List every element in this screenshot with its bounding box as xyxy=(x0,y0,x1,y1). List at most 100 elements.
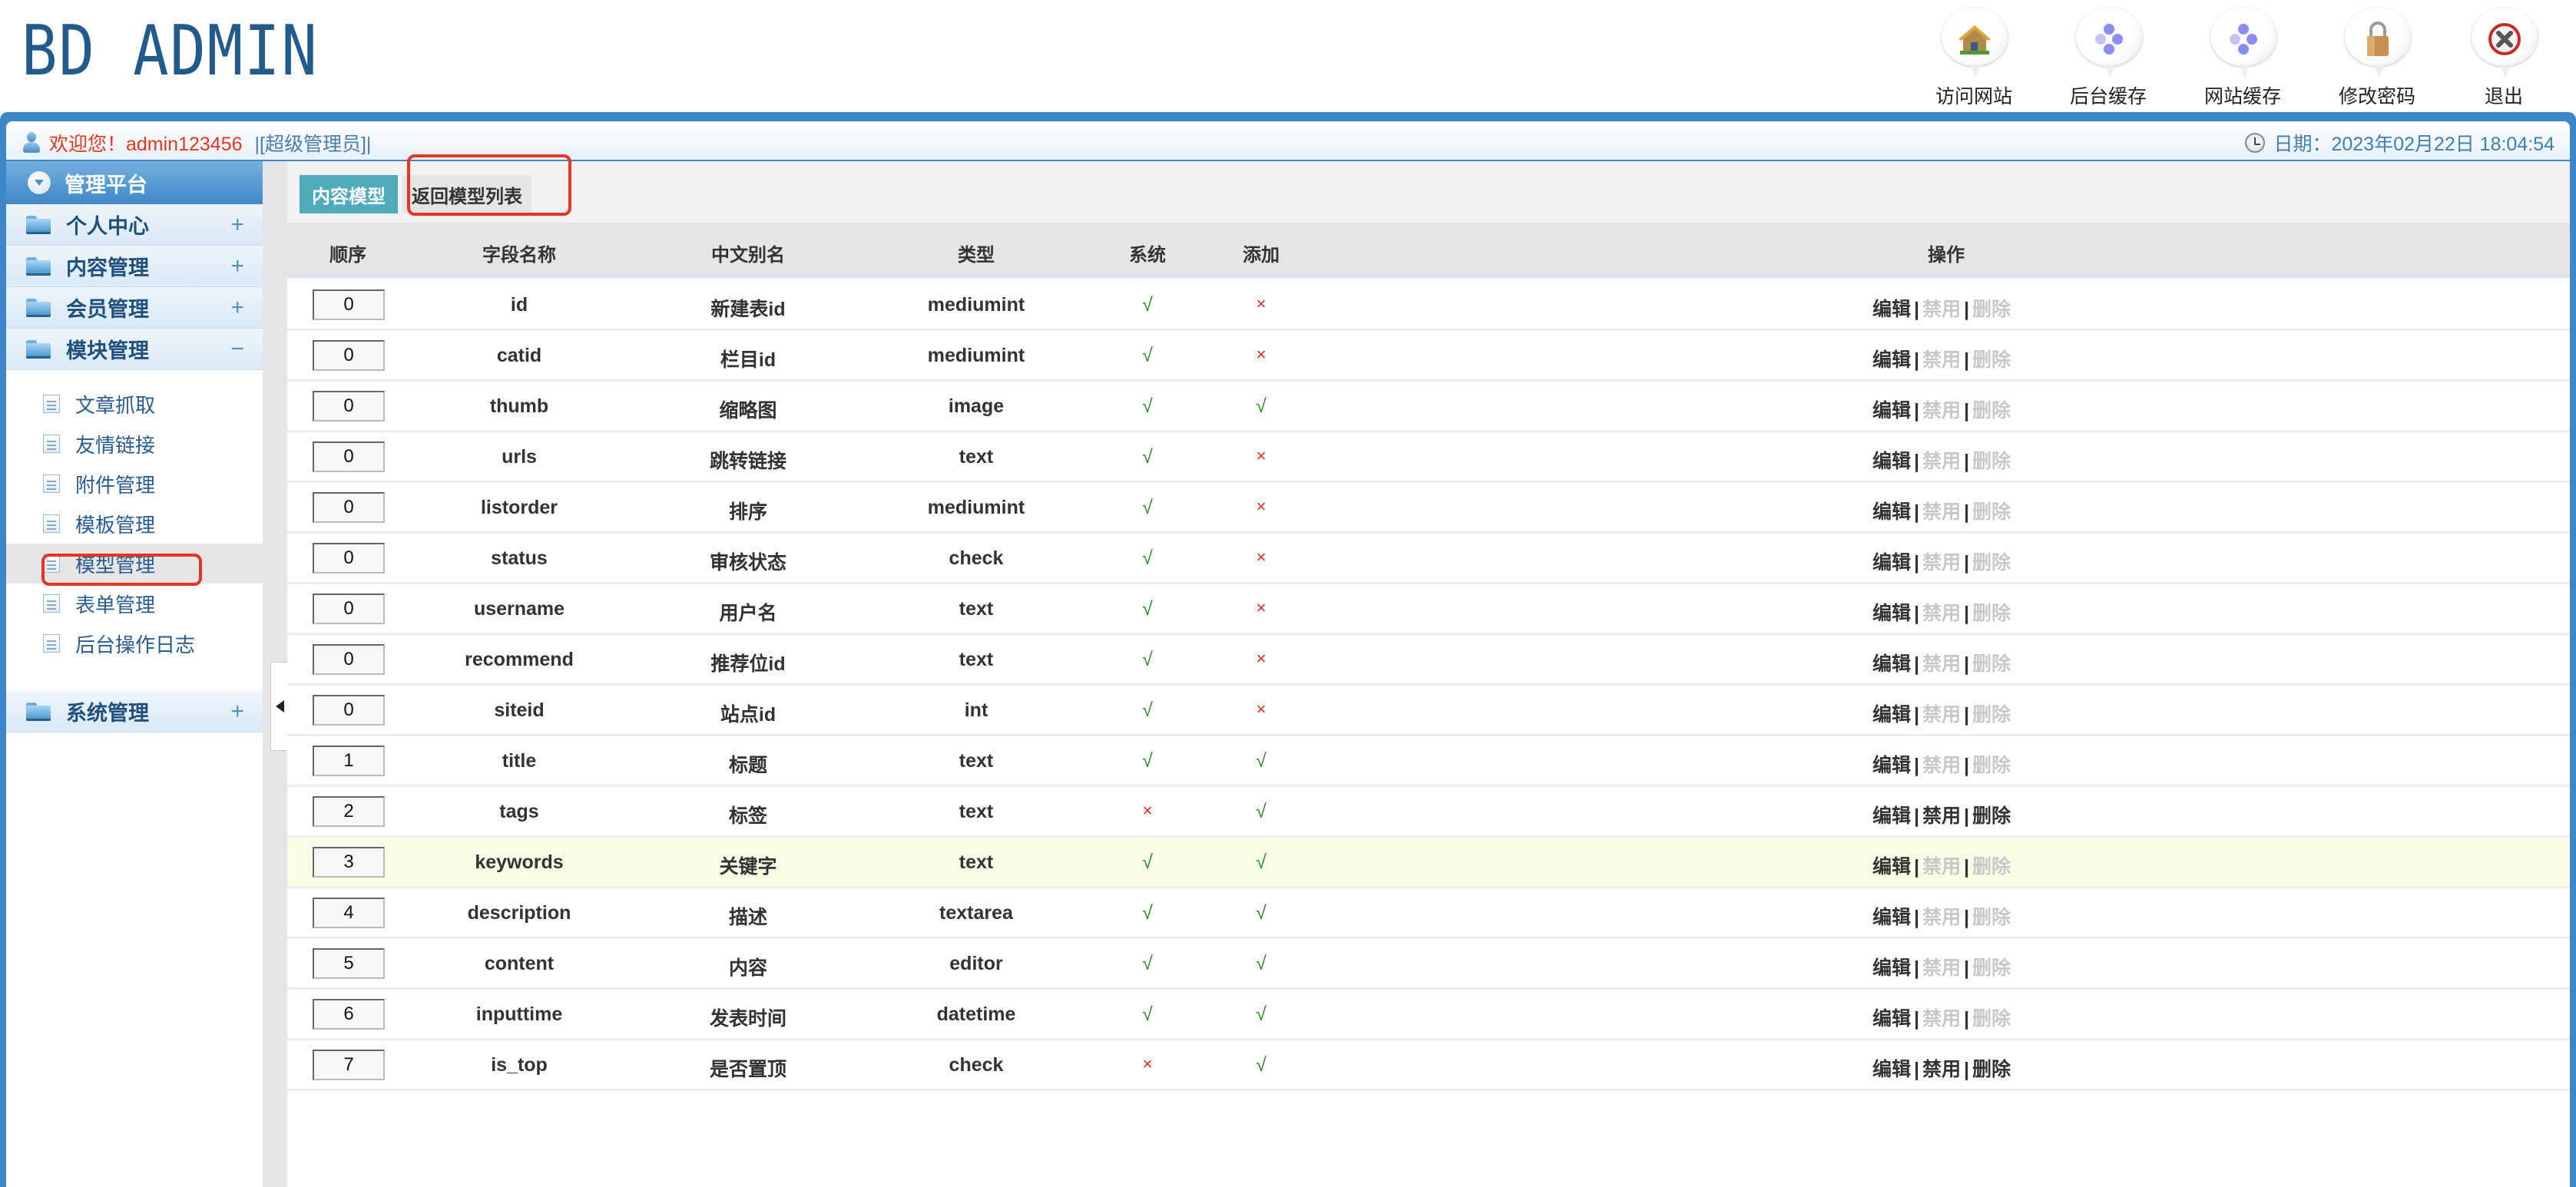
edit-link[interactable]: 编辑 xyxy=(1872,1059,1911,1080)
edit-link[interactable]: 编辑 xyxy=(1872,501,1911,523)
separator: | xyxy=(1964,1008,1970,1030)
delete-link: 删除 xyxy=(1972,349,2011,371)
order-input[interactable] xyxy=(313,289,385,320)
folder-icon xyxy=(26,702,51,721)
order-input[interactable] xyxy=(313,796,385,827)
logout-button[interactable]: 退出 xyxy=(2450,5,2558,109)
tab-content-model[interactable]: 内容模型 xyxy=(300,175,398,213)
delete-link[interactable]: 删除 xyxy=(1972,805,2011,827)
sidebar-group-modules[interactable]: 模块管理 − xyxy=(6,329,263,370)
edit-link[interactable]: 编辑 xyxy=(1872,603,1911,624)
edit-link[interactable]: 编辑 xyxy=(1872,755,1911,776)
edit-link[interactable]: 编辑 xyxy=(1872,451,1911,472)
order-input[interactable] xyxy=(313,847,385,878)
order-input[interactable] xyxy=(313,948,385,979)
annotation-highlight-sidebar xyxy=(41,554,202,586)
sidebar-group-system[interactable]: 系统管理 + xyxy=(6,691,263,732)
edit-link[interactable]: 编辑 xyxy=(1872,552,1911,574)
order-input[interactable] xyxy=(313,999,385,1030)
disable-link: 禁用 xyxy=(1922,704,1962,726)
order-input[interactable] xyxy=(313,746,385,776)
separator: | xyxy=(1964,349,1970,371)
order-input[interactable] xyxy=(313,391,385,422)
field-alias: 是否置顶 xyxy=(709,1059,787,1080)
visit-site-button[interactable]: 访问网站 xyxy=(1920,5,2028,109)
order-input[interactable] xyxy=(313,594,385,624)
check-icon: √ xyxy=(1256,851,1266,873)
field-alias: 排序 xyxy=(728,501,768,523)
table-row: description描述textarea√√编辑|禁用|删除 xyxy=(287,888,2570,939)
order-input[interactable] xyxy=(313,644,385,675)
check-icon: √ xyxy=(1256,1003,1266,1025)
change-password-button[interactable]: 修改密码 xyxy=(2323,5,2431,109)
disable-link[interactable]: 禁用 xyxy=(1922,805,1961,827)
disable-link: 禁用 xyxy=(1922,603,1962,624)
col-order: 顺序 xyxy=(329,245,366,266)
delete-link: 删除 xyxy=(1972,451,2011,472)
expand-icon[interactable]: + xyxy=(230,253,244,279)
sidebar-item-forms[interactable]: 表单管理 xyxy=(6,584,263,623)
sidebar-group-label: 个人中心 xyxy=(66,215,149,238)
field-type: editor xyxy=(949,953,1003,974)
sidebar-title[interactable]: 管理平台 xyxy=(6,161,263,204)
separator: | xyxy=(1964,653,1970,675)
table-row: keywords关键字text√√编辑|禁用|删除 xyxy=(287,838,2570,888)
order-input[interactable] xyxy=(313,441,385,472)
sidebar-group-content[interactable]: 内容管理 + xyxy=(6,246,263,287)
field-alias: 跳转链接 xyxy=(709,451,787,472)
edit-link[interactable]: 编辑 xyxy=(1872,653,1911,675)
order-input[interactable] xyxy=(313,543,385,574)
sidebar-item-operation-log[interactable]: 后台操作日志 xyxy=(6,623,263,663)
separator: | xyxy=(1964,603,1970,624)
check-icon: √ xyxy=(1142,547,1153,569)
sidebar-item-attachments[interactable]: 附件管理 xyxy=(6,464,263,504)
site-cache-button[interactable]: 网站缓存 xyxy=(2189,5,2296,109)
edit-link[interactable]: 编辑 xyxy=(1872,400,1911,422)
check-icon: √ xyxy=(1256,395,1266,417)
backend-cache-button[interactable]: 后台缓存 xyxy=(2055,5,2162,109)
edit-link[interactable]: 编辑 xyxy=(1872,856,1911,878)
check-icon: √ xyxy=(1256,953,1266,974)
sidebar-item-article-scrape[interactable]: 文章抓取 xyxy=(6,384,263,424)
check-icon: √ xyxy=(1142,699,1153,721)
sidebar-item-friend-links[interactable]: 友情链接 xyxy=(6,424,263,464)
col-add: 添加 xyxy=(1243,245,1280,266)
edit-link[interactable]: 编辑 xyxy=(1872,805,1911,827)
edit-link[interactable]: 编辑 xyxy=(1872,1008,1911,1030)
cross-icon: × xyxy=(1256,649,1266,668)
edit-link[interactable]: 编辑 xyxy=(1872,957,1911,979)
delete-link[interactable]: 删除 xyxy=(1972,1059,2011,1080)
disable-link: 禁用 xyxy=(1922,856,1962,878)
order-input[interactable] xyxy=(313,695,385,726)
field-alias: 内容 xyxy=(728,957,768,979)
edit-link[interactable]: 编辑 xyxy=(1872,704,1911,726)
sidebar-group-members[interactable]: 会员管理 + xyxy=(6,287,263,329)
sidebar-group-personal[interactable]: 个人中心 + xyxy=(6,204,263,246)
disable-link[interactable]: 禁用 xyxy=(1922,1059,1961,1080)
field-type: text xyxy=(959,649,994,670)
table-row: catid栏目idmediumint√×编辑|禁用|删除 xyxy=(287,331,2570,382)
collapse-icon[interactable]: − xyxy=(230,336,244,362)
order-input[interactable] xyxy=(313,1050,385,1080)
sidebar-item-templates[interactable]: 模板管理 xyxy=(6,504,263,544)
expand-icon[interactable]: + xyxy=(230,212,244,238)
field-alias: 缩略图 xyxy=(719,400,777,422)
expand-icon[interactable]: + xyxy=(230,699,244,725)
separator: | xyxy=(1964,856,1970,878)
order-input[interactable] xyxy=(313,340,385,371)
row-actions: 编辑 | 禁用 | 删除 xyxy=(1872,851,2011,879)
order-input[interactable] xyxy=(313,492,385,523)
collapse-sidebar-handle[interactable] xyxy=(270,662,289,751)
field-alias: 栏目id xyxy=(720,349,776,371)
field-alias: 描述 xyxy=(728,907,768,928)
edit-link[interactable]: 编辑 xyxy=(1872,907,1911,928)
edit-link[interactable]: 编辑 xyxy=(1872,349,1911,371)
order-input[interactable] xyxy=(313,898,385,928)
expand-icon[interactable]: + xyxy=(230,295,244,321)
separator: | xyxy=(1964,957,1970,979)
separator: | xyxy=(1914,957,1920,979)
row-actions: 编辑 | 禁用 | 删除 xyxy=(1872,699,2011,727)
edit-link[interactable]: 编辑 xyxy=(1872,299,1911,320)
visit-site-label: 访问网站 xyxy=(1935,86,2012,107)
disable-link: 禁用 xyxy=(1922,1008,1962,1030)
